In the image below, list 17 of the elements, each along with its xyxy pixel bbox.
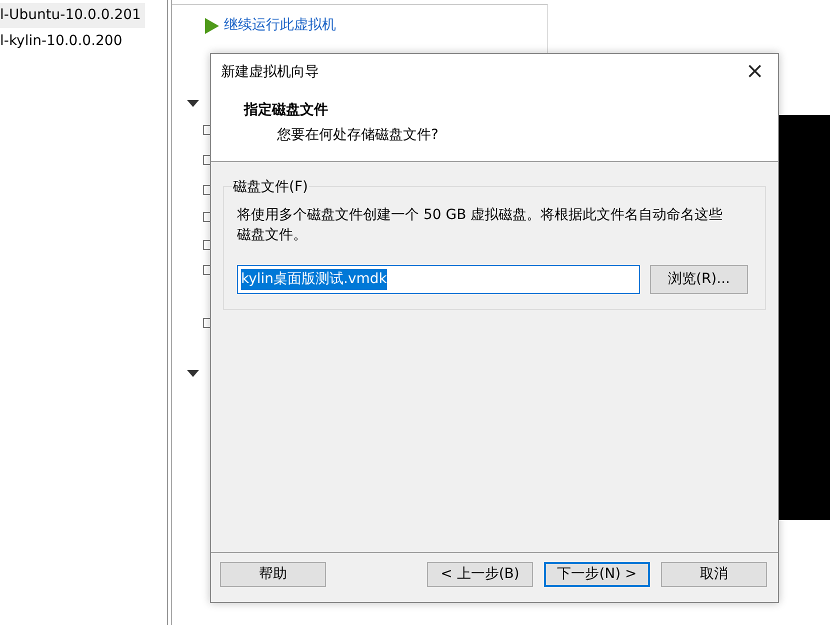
- wizard-button[interactable]: 取消: [661, 562, 767, 587]
- step-subheading: 您要在何处存储磁盘文件?: [276, 126, 440, 145]
- dialog-title: 新建虚拟机向导: [221, 62, 319, 82]
- wizard-button[interactable]: 下一步(N) >: [544, 562, 650, 587]
- step-heading: 指定磁盘文件: [244, 100, 329, 120]
- play-icon: [204, 16, 220, 34]
- close-button[interactable]: ×: [744, 61, 766, 83]
- vm-list-item[interactable]: l-kylin-10.0.0.200: [0, 29, 145, 54]
- wizard-button[interactable]: < 上一步(B): [427, 562, 533, 587]
- file-name-field[interactable]: kylin桌面版测试.vmdk: [237, 265, 640, 294]
- help-button[interactable]: 帮助: [220, 562, 326, 587]
- expand-triangle-icon[interactable]: [187, 100, 199, 107]
- expand-triangle-icon[interactable]: [187, 370, 199, 377]
- action-link[interactable]: 继续运行此虚拟机: [224, 15, 336, 36]
- vm-list-item[interactable]: l-Ubuntu-10.0.0.201: [0, 3, 145, 28]
- group-description: 将使用多个磁盘文件创建一个 50 GB 虚拟磁盘。将根据此文件名自动命名这些磁盘文件。: [237, 206, 724, 245]
- browse-button[interactable]: 浏览(R)...: [650, 265, 748, 294]
